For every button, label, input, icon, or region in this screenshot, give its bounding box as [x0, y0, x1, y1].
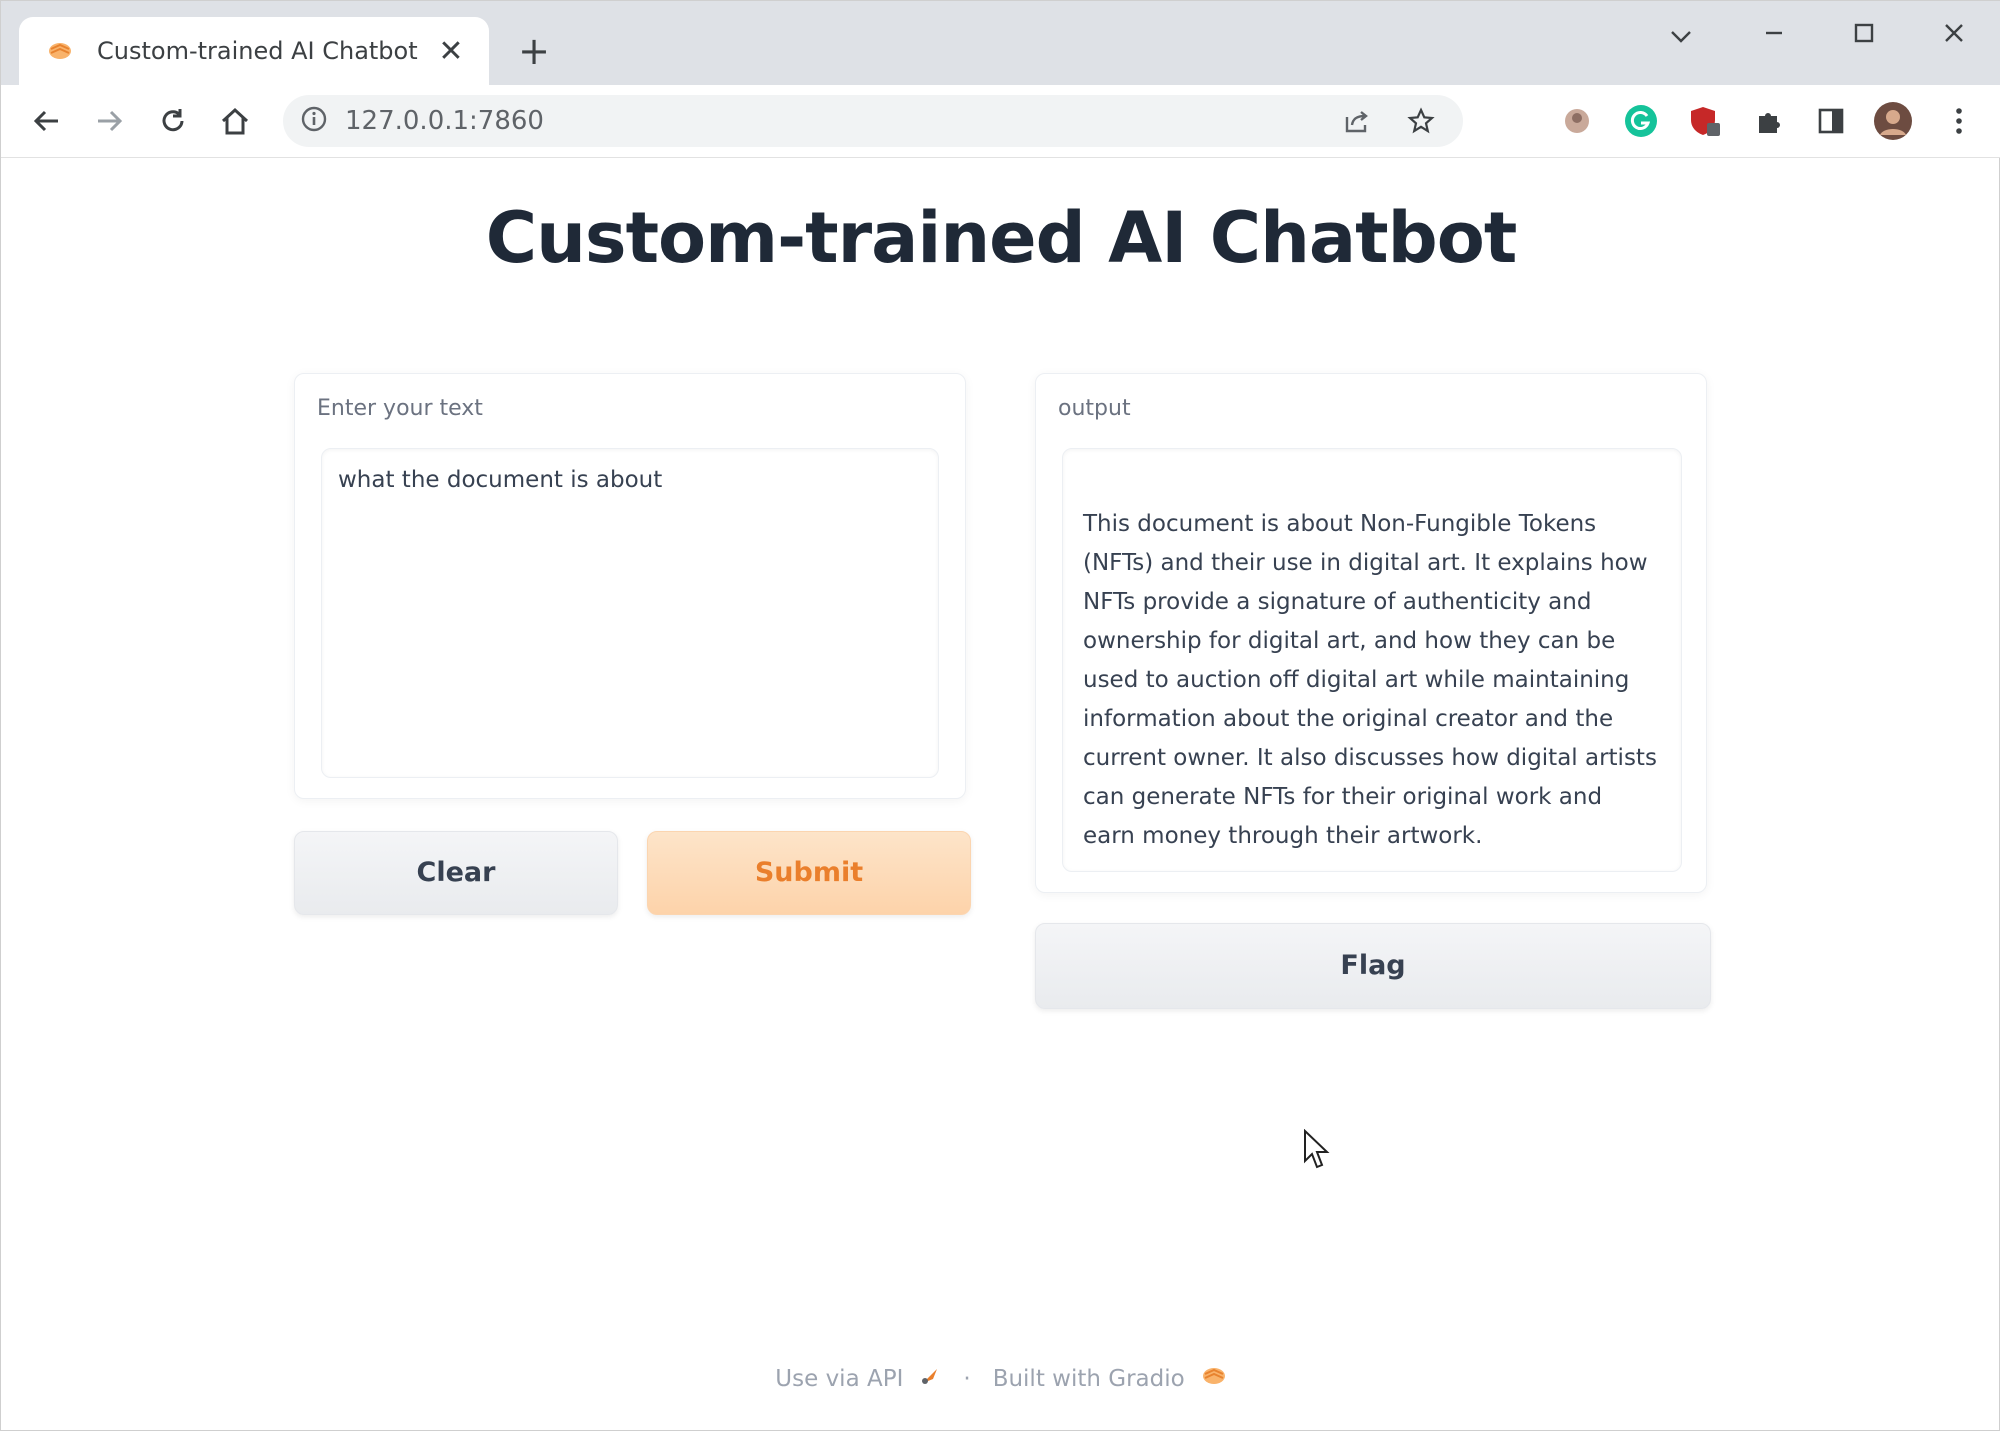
use-via-api-label: Use via API	[775, 1366, 904, 1392]
rocket-icon	[919, 1365, 941, 1393]
minimize-icon[interactable]	[1739, 11, 1809, 61]
site-info-icon[interactable]	[301, 106, 327, 136]
extension-avatar-icon[interactable]	[1557, 101, 1597, 141]
share-icon[interactable]	[1339, 103, 1375, 139]
side-panel-icon[interactable]	[1811, 101, 1851, 141]
url-text: 127.0.0.1:7860	[345, 106, 544, 136]
tab-close-icon[interactable]: ✕	[433, 34, 469, 69]
built-with-gradio-link[interactable]: Built with Gradio	[993, 1365, 1227, 1393]
footer: Use via API · Built with Gradio	[1, 1365, 2000, 1393]
maximize-icon[interactable]	[1829, 11, 1899, 61]
browser-menu-icon[interactable]	[1939, 101, 1979, 141]
use-via-api-link[interactable]: Use via API	[775, 1365, 941, 1393]
output-text: This document is about Non-Fungible Toke…	[1062, 448, 1682, 872]
flag-button[interactable]: Flag	[1035, 923, 1711, 1009]
gradio-logo-icon	[1201, 1365, 1227, 1393]
output-label: output	[1058, 396, 1131, 421]
extensions-puzzle-icon[interactable]	[1749, 101, 1789, 141]
input-label: Enter your text	[317, 396, 483, 421]
footer-separator: ·	[963, 1366, 971, 1392]
mouse-cursor-icon	[1303, 1128, 1333, 1175]
browser-tab[interactable]: Custom-trained AI Chatbot ✕	[19, 17, 489, 85]
shield-extension-icon[interactable]	[1685, 101, 1725, 141]
input-panel: Enter your text what the document is abo…	[294, 373, 966, 799]
tab-title: Custom-trained AI Chatbot	[97, 37, 418, 65]
submit-button[interactable]: Submit	[647, 831, 971, 915]
page-title: Custom-trained AI Chatbot	[485, 197, 1518, 279]
gradio-favicon-icon	[45, 36, 75, 66]
window-close-icon[interactable]	[1919, 11, 1989, 61]
profile-avatar-icon[interactable]	[1873, 101, 1913, 141]
tab-strip: Custom-trained AI Chatbot ✕ +	[1, 1, 2000, 85]
grammarly-icon[interactable]	[1621, 101, 1661, 141]
forward-icon[interactable]	[83, 95, 135, 147]
back-icon[interactable]	[21, 95, 73, 147]
browser-toolbar: 127.0.0.1:7860	[1, 85, 2000, 158]
new-tab-button[interactable]: +	[509, 29, 559, 75]
built-with-gradio-label: Built with Gradio	[992, 1366, 1185, 1392]
browser-window: Custom-trained AI Chatbot ✕ + 127.0.0.1:…	[0, 0, 2000, 1431]
output-panel: output This document is about Non-Fungib…	[1035, 373, 1707, 893]
bookmark-star-icon[interactable]	[1403, 103, 1439, 139]
reload-icon[interactable]	[147, 95, 199, 147]
home-icon[interactable]	[209, 95, 261, 147]
tab-search-dropdown-icon[interactable]	[1646, 11, 1716, 61]
text-input[interactable]: what the document is about	[321, 448, 939, 778]
address-bar[interactable]: 127.0.0.1:7860	[283, 95, 1463, 147]
clear-button[interactable]: Clear	[294, 831, 618, 915]
